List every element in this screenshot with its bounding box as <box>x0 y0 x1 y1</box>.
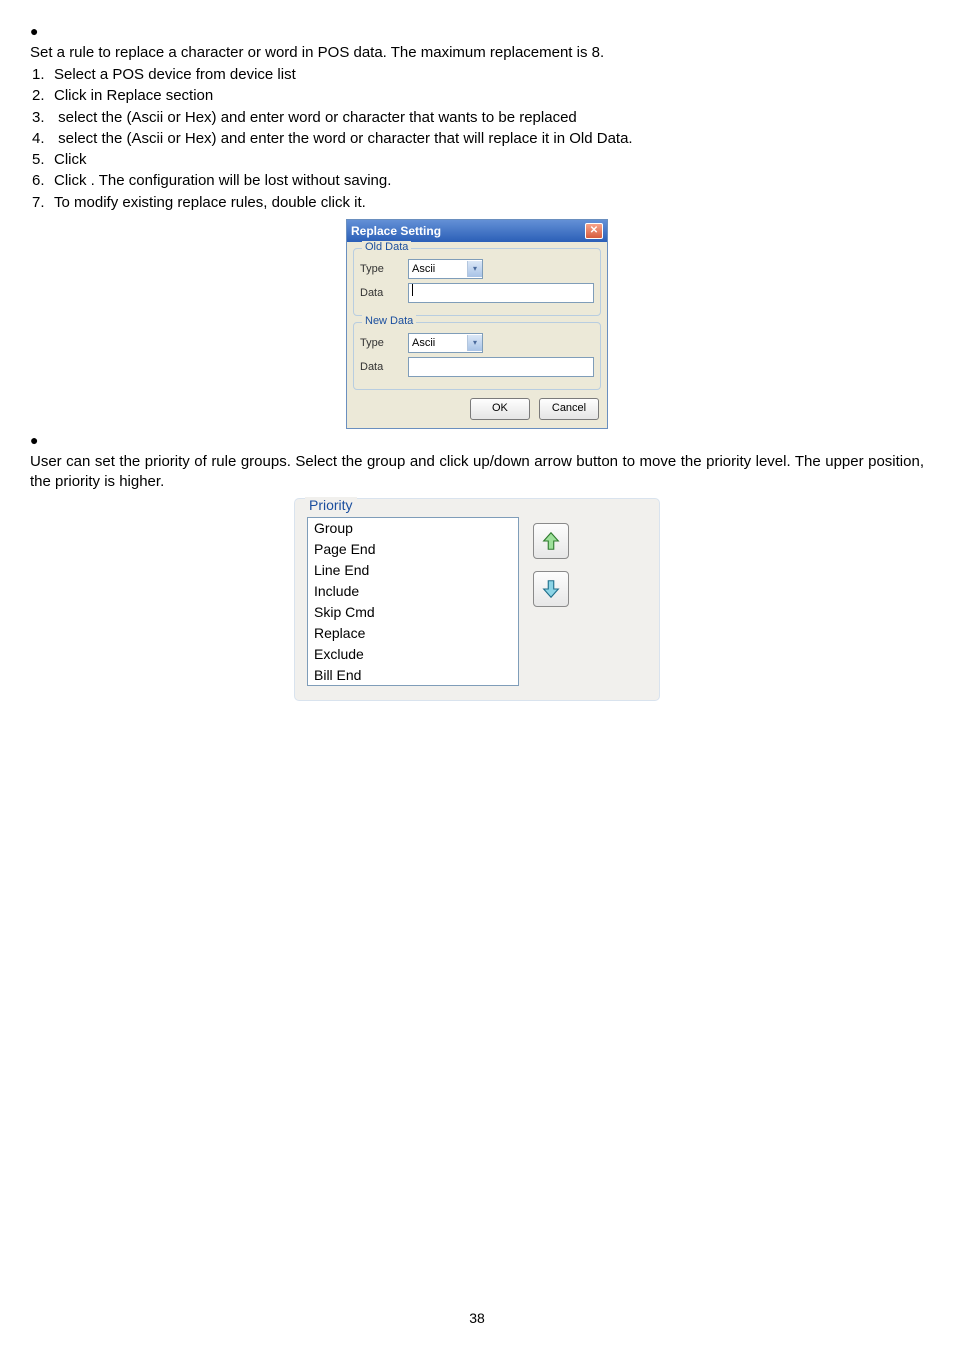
step-num: 7. <box>32 193 54 213</box>
replace-setting-dialog: Replace Setting ✕ Old Data Type Ascii ▾ … <box>346 219 608 429</box>
priority-group: Priority Group Page End Line End Include… <box>294 498 660 701</box>
move-up-button[interactable] <box>533 523 569 559</box>
cancel-button[interactable]: Cancel <box>539 398 599 420</box>
step-num: 3. <box>32 108 54 128</box>
old-data-group: Old Data Type Ascii ▾ Data <box>353 248 601 316</box>
step-num: 5. <box>32 150 54 170</box>
list-item[interactable]: Line End <box>308 560 518 581</box>
list-item[interactable]: Page End <box>308 539 518 560</box>
page-number: 38 <box>0 1310 954 1326</box>
step-num: 2. <box>32 86 54 106</box>
new-data-group: New Data Type Ascii ▾ Data <box>353 322 601 390</box>
new-type-value: Ascii <box>412 337 435 349</box>
step-num: 4. <box>32 129 54 149</box>
step-text: To modify existing replace rules, double… <box>54 194 366 211</box>
bullet: ● <box>30 23 38 39</box>
chevron-down-icon: ▾ <box>467 335 482 351</box>
step-text: Click in Replace section <box>54 87 213 104</box>
type-label: Type <box>360 337 408 349</box>
list-item[interactable]: Bill End <box>308 665 518 686</box>
step-text: Click <box>54 151 87 168</box>
new-data-input[interactable] <box>408 357 594 377</box>
type-label: Type <box>360 263 408 275</box>
dialog-title: Replace Setting <box>351 224 441 238</box>
list-item[interactable]: Exclude <box>308 644 518 665</box>
new-data-legend: New Data <box>362 315 416 327</box>
step-text: select the (Ascii or Hex) and enter word… <box>54 109 577 126</box>
priority-desc: User can set the priority of rule groups… <box>30 452 924 493</box>
chevron-down-icon: ▾ <box>467 261 482 277</box>
old-type-select[interactable]: Ascii ▾ <box>408 259 483 279</box>
data-label: Data <box>360 287 408 299</box>
ok-button[interactable]: OK <box>470 398 530 420</box>
dialog-titlebar: Replace Setting ✕ <box>347 220 607 242</box>
intro-text: Set a rule to replace a character or wor… <box>30 43 924 63</box>
old-type-value: Ascii <box>412 263 435 275</box>
data-label: Data <box>360 361 408 373</box>
move-down-button[interactable] <box>533 571 569 607</box>
new-type-select[interactable]: Ascii ▾ <box>408 333 483 353</box>
arrow-up-icon <box>540 530 562 552</box>
step-num: 1. <box>32 65 54 85</box>
old-data-input[interactable] <box>408 283 594 303</box>
arrow-down-icon <box>540 578 562 600</box>
priority-listbox[interactable]: Group Page End Line End Include Skip Cmd… <box>307 517 519 686</box>
step-text: Click . The configuration will be lost w… <box>54 172 391 189</box>
old-data-legend: Old Data <box>362 241 411 253</box>
priority-legend: Priority <box>305 497 357 513</box>
step-text: select the (Ascii or Hex) and enter the … <box>54 130 633 147</box>
step-num: 6. <box>32 171 54 191</box>
step-text: Select a POS device from device list <box>54 66 296 83</box>
close-icon[interactable]: ✕ <box>585 223 603 239</box>
list-item[interactable]: Replace <box>308 623 518 644</box>
list-item[interactable]: Group <box>308 518 518 539</box>
list-item[interactable]: Skip Cmd <box>308 602 518 623</box>
list-item[interactable]: Include <box>308 581 518 602</box>
bullet: ● <box>30 432 38 448</box>
